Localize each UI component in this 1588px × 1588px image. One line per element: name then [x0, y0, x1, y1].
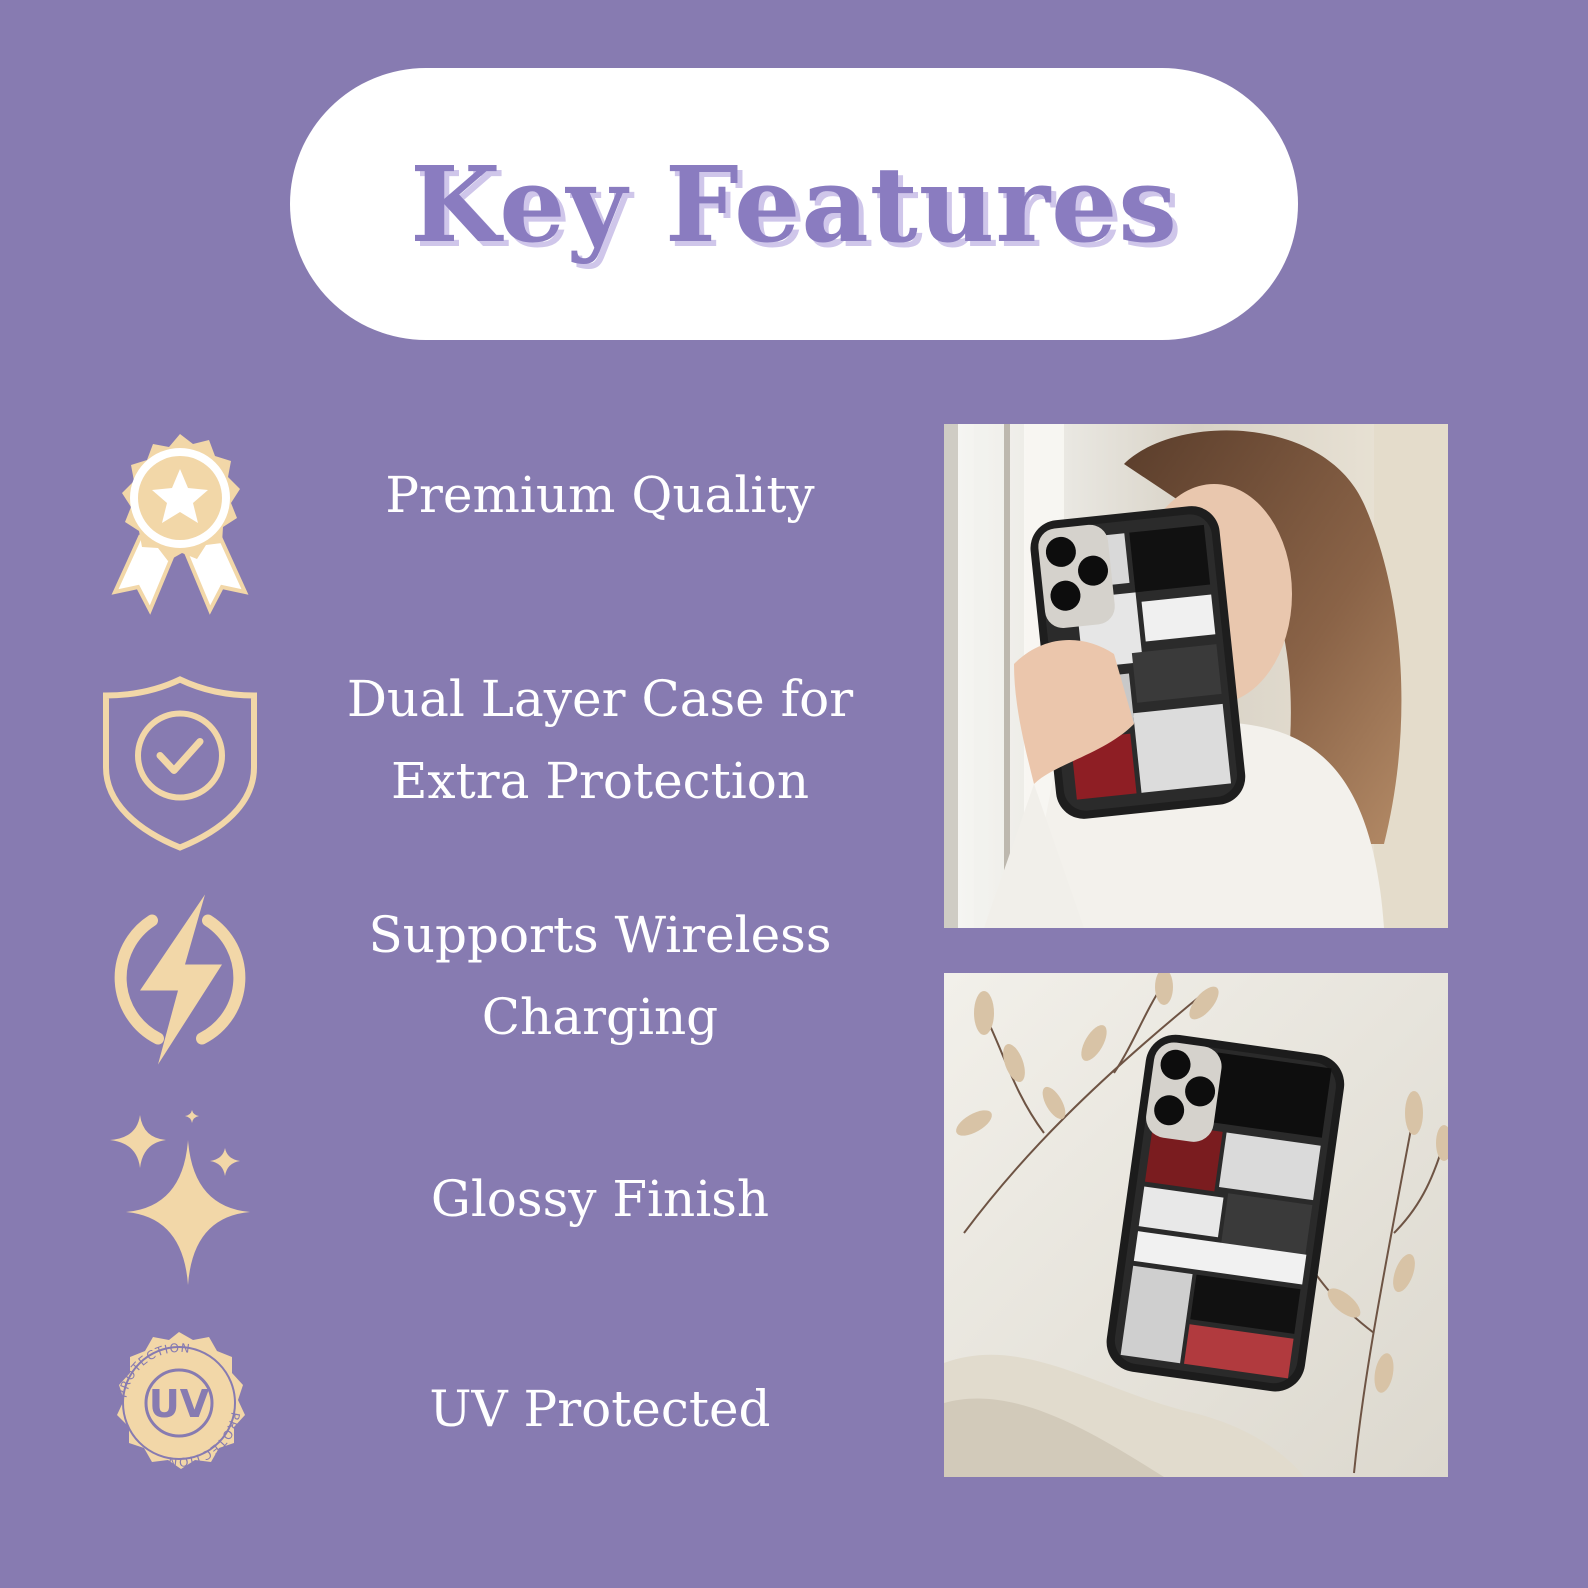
- feature-label: Premium Quality: [385, 466, 815, 524]
- feature-uv-protected: UV Protected: [300, 1368, 900, 1450]
- feature-label-line-1: Supports Wireless: [368, 906, 832, 964]
- feature-label-line-1: Dual Layer Case for: [346, 670, 854, 728]
- uv-badge-center-text: UV: [149, 1382, 210, 1426]
- woman-holding-phone-photo: [944, 424, 1448, 928]
- feature-label: Glossy Finish: [430, 1170, 770, 1228]
- feature-label-line-2: Extra Protection: [390, 752, 810, 810]
- phone-on-table-with-dried-flowers-photo: [944, 973, 1448, 1477]
- feature-premium-quality: Premium Quality: [300, 454, 900, 536]
- award-ribbon-icon: [100, 432, 260, 622]
- uv-protection-badge-icon: UV PROTECTION PROTECTION: [104, 1330, 254, 1480]
- lightning-bolt-icon: [100, 885, 260, 1075]
- feature-wireless-charging: Supports Wireless Charging: [300, 894, 900, 1058]
- feature-dual-layer-case: Dual Layer Case for Extra Protection: [300, 658, 900, 822]
- shield-check-icon: [100, 668, 260, 858]
- feature-label-line-2: Charging: [481, 988, 719, 1046]
- feature-label: UV Protected: [429, 1380, 771, 1438]
- sparkles-icon: [100, 1105, 260, 1295]
- feature-glossy-finish: Glossy Finish: [300, 1158, 900, 1240]
- page-title: Key Features: [410, 142, 1178, 266]
- title-banner: Key Features: [290, 68, 1298, 340]
